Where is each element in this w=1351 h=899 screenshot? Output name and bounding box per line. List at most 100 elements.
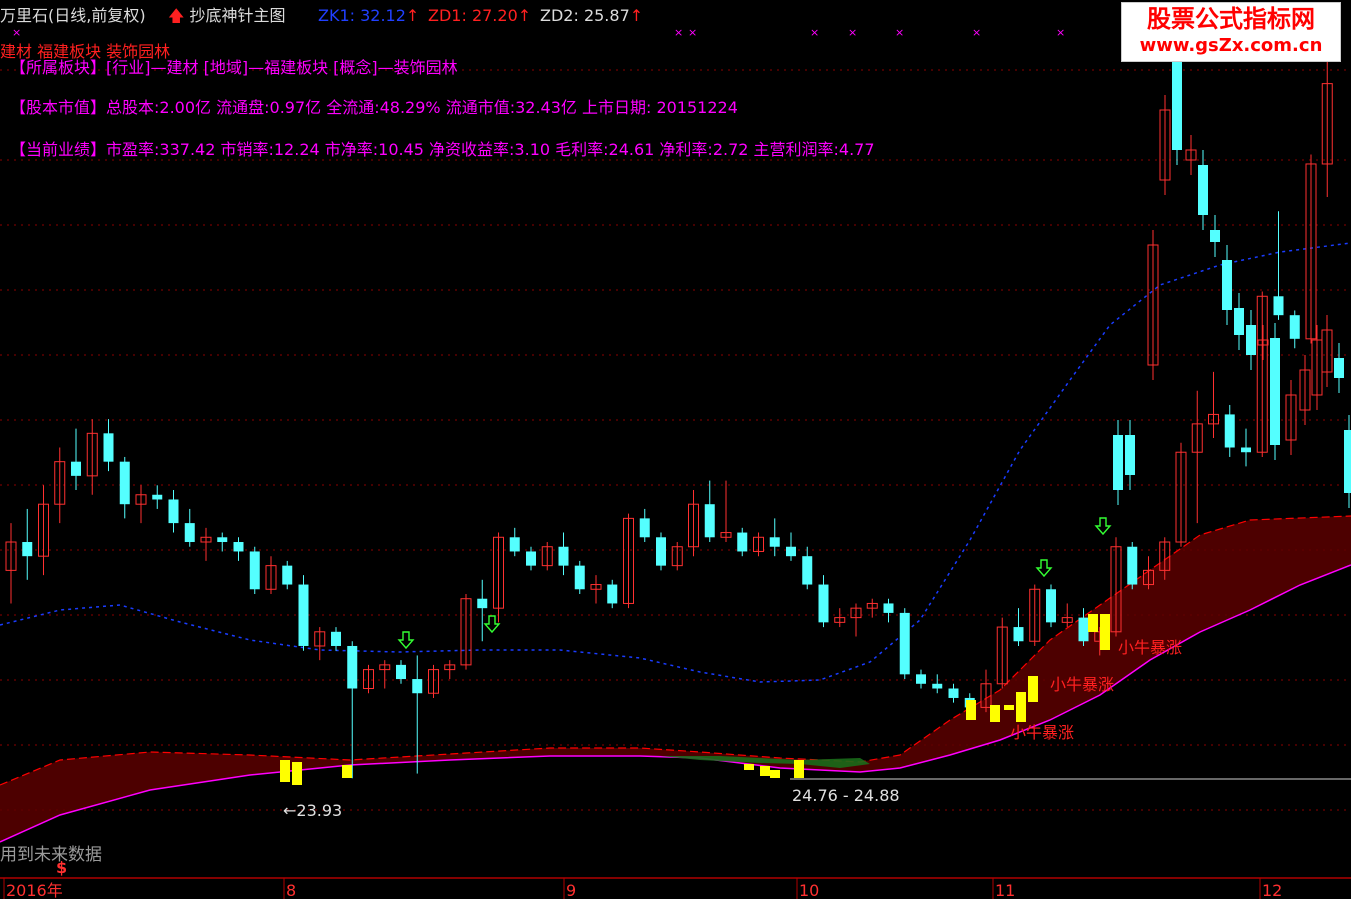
zd1-value: ZD1: 27.20↑: [428, 6, 532, 25]
candle-body: [1270, 338, 1280, 445]
board-info: 【所属板块】[行业]—建材 [地域]—福建板块 [概念]—装饰园林: [10, 58, 458, 77]
down-arrow-icon: [1094, 517, 1112, 536]
candle-body: [184, 523, 195, 543]
down-arrow-icon: [1035, 559, 1053, 578]
candle-body: [916, 674, 926, 684]
up-arrow-icon: ↑: [405, 6, 420, 25]
candle-body: [103, 433, 114, 462]
candle-body: [704, 504, 715, 538]
brand-logo: 股票公式指标网 www.gsZx.com.cn: [1121, 2, 1341, 62]
candle-body: [1289, 315, 1300, 339]
x-axis: 2016年 8 9 10 11 12: [0, 877, 1351, 899]
candle-body: [396, 664, 406, 680]
up-arrow-icon: ↑: [629, 6, 644, 25]
candle-body: [639, 518, 650, 538]
top-mark: ×: [688, 26, 697, 39]
x-tick-label: 12: [1262, 881, 1282, 899]
candle-body: [477, 598, 488, 609]
top-mark: ×: [895, 26, 904, 39]
future-data-note: 用到未来数据: [0, 845, 102, 865]
candle-body: [607, 584, 618, 604]
x-tick-label: 11: [995, 881, 1015, 899]
candle-body: [1224, 414, 1235, 448]
x-tick-label: 10: [799, 881, 819, 899]
x-tick-label: 2016年: [6, 881, 63, 899]
candle-body: [119, 461, 130, 505]
candle-body: [769, 537, 780, 547]
candle-body: [1127, 546, 1138, 585]
up-arrow-icon: 🡅: [168, 6, 185, 25]
candle-body: [737, 532, 748, 552]
candle-body: [818, 584, 829, 623]
zk1-value: ZK1: 32.12↑: [318, 6, 420, 25]
signal-candle: [990, 705, 1000, 722]
candle-body: [802, 556, 813, 585]
candle-body: [1334, 358, 1344, 378]
signal-candle: [744, 764, 754, 770]
candle-body: [948, 688, 959, 698]
candle-body: [1344, 430, 1351, 493]
signal-candle: [1088, 614, 1098, 632]
signal-candle: [1016, 692, 1026, 722]
candle-body: [249, 551, 260, 590]
candle-body: [558, 546, 569, 566]
candle-body: [656, 537, 666, 566]
signal-candle: [1100, 614, 1110, 650]
x-tick-label: 9: [566, 881, 576, 899]
low-price-label: ←23.93: [283, 801, 342, 820]
signal-candle: [1004, 705, 1014, 710]
candle-body: [347, 645, 358, 689]
candle-body: [282, 565, 293, 585]
candle-body: [217, 537, 228, 543]
candle-body: [526, 551, 536, 566]
candle-body: [233, 542, 244, 552]
top-mark: ×: [848, 26, 857, 39]
candle-body: [786, 546, 796, 557]
zd2-value: ZD2: 25.87↑: [540, 6, 644, 25]
candle-body: [1046, 589, 1056, 623]
signal-candle: [770, 770, 780, 778]
up-arrow-icon: ↑: [517, 6, 532, 25]
candle-body: [1113, 435, 1123, 490]
candle-body: [1222, 260, 1232, 310]
candle-body: [509, 537, 520, 552]
signal-candle: [794, 760, 804, 778]
top-mark: ×: [1056, 26, 1065, 39]
candle-body: [168, 499, 179, 524]
candle-body: [1078, 617, 1089, 642]
candle-body: [1273, 296, 1284, 316]
dollar-mark: $: [56, 858, 68, 877]
candle-body: [574, 565, 585, 590]
top-mark: ×: [972, 26, 981, 39]
perf-info: 【当前业绩】市盈率:337.42 市销率:12.24 市净率:10.45 净资收…: [10, 140, 875, 159]
top-mark: ×: [810, 26, 819, 39]
signal-candle: [760, 766, 770, 776]
candlestick-chart[interactable]: × × × × × × × × ←23.9324.76 - 24.88小牛暴涨小牛暴涨小牛暴涨…: [0, 0, 1351, 899]
candle-body: [1241, 447, 1251, 453]
signal-label: 小牛暴涨: [1010, 723, 1074, 742]
candle-body: [412, 679, 423, 694]
signal-candle: [966, 700, 976, 720]
signal-candle: [1028, 676, 1038, 702]
candle-body: [1198, 165, 1208, 215]
candle-body: [331, 631, 341, 646]
candle-body: [899, 612, 910, 675]
down-arrow-icon: [483, 615, 501, 634]
candle-body: [152, 494, 163, 500]
signal-candle: [342, 765, 352, 778]
signal-candle: [292, 762, 302, 785]
candle-body: [1246, 325, 1256, 355]
signal-label: 小牛暴涨: [1118, 638, 1182, 657]
candle-body: [71, 461, 81, 476]
x-tick-label: 8: [286, 881, 296, 899]
signal-candle: [280, 760, 290, 782]
candle-body: [298, 584, 309, 646]
candle-body: [1172, 62, 1182, 150]
candle-body: [1234, 308, 1244, 335]
candle-body: [22, 542, 33, 557]
candle-body: [1210, 230, 1220, 242]
candle-body: [1125, 435, 1135, 475]
down-arrow-icon: [397, 631, 415, 650]
cap-info: 【股本市值】总股本:2.00亿 流通盘:0.97亿 全流通:48.29% 流通市…: [10, 98, 738, 117]
candle-body: [883, 603, 894, 613]
